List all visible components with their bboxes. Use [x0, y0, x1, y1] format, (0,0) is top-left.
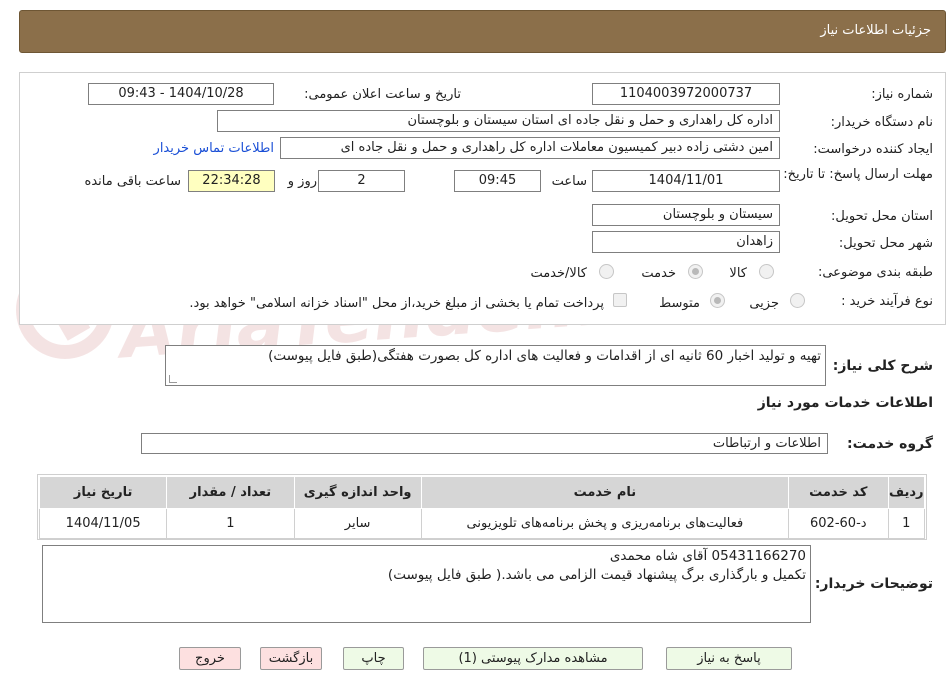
process-radio-medium[interactable] [710, 293, 725, 308]
col-need-date: تاریخ نیاز [38, 476, 168, 509]
summary-text: تهیه و تولید اخبار 60 ثانیه ای از اقداما… [268, 348, 821, 364]
service-group-label: گروه خدمت: [847, 436, 933, 452]
page-title: جزئیات اطلاعات نیاز [820, 23, 931, 38]
need-number-field: 1104003972000737 [592, 83, 780, 105]
summary-label: شرح کلی نیاز: [832, 358, 933, 374]
category-label: طبقه بندی موضوعی: [817, 265, 933, 280]
col-service-code: کد خدمت [788, 476, 889, 509]
cell-service-name: فعالیت‌های برنامه‌ریزی و پخش برنامه‌های … [420, 508, 790, 539]
category-option-service: خدمت [641, 266, 676, 281]
services-table: ردیف کد خدمت نام خدمت واحد اندازه گیری ت… [38, 476, 926, 539]
process-radio-minor[interactable] [790, 293, 805, 308]
buyer-notes-label: توضیحات خریدار: [814, 576, 933, 592]
attachments-button[interactable]: مشاهده مدارک پیوستی (1) [423, 647, 643, 670]
col-unit: واحد اندازه گیری [293, 476, 422, 509]
treasury-payment-checkbox[interactable] [613, 293, 627, 307]
need-number-label: شماره نیاز: [871, 87, 933, 102]
cell-unit: سایر [293, 508, 422, 539]
requester-label: ایجاد کننده درخواست: [813, 142, 933, 157]
announce-field: 1404/10/28 - 09:43 [88, 83, 274, 105]
category-radio-goods[interactable] [759, 264, 774, 279]
city-label: شهر محل تحویل: [838, 236, 933, 251]
buyer-notes-line1: 05431166270 آقای شاه محمدی [609, 548, 806, 564]
buyer-notes-textarea: 05431166270 آقای شاه محمدی تکمیل و بارگذ… [42, 545, 811, 623]
remaining-label: ساعت باقی مانده [84, 174, 181, 189]
buyer-notes-line2: تکمیل و بارگذاری برگ پیشنهاد قیمت الزامی… [387, 567, 806, 583]
exit-button[interactable]: خروج [179, 647, 241, 670]
requester-field: امین دشتی زاده دبیر کمیسیون معاملات ادار… [280, 137, 780, 159]
service-group-field: اطلاعات و ارتباطات [141, 433, 828, 454]
cell-row-number: 1 [887, 508, 926, 539]
table-row: 1 د-60-602 فعالیت‌های برنامه‌ریزی و پخش … [38, 508, 926, 539]
process-option-medium: متوسط [659, 296, 700, 311]
col-service-name: نام خدمت [420, 476, 790, 509]
print-button[interactable]: چاپ [343, 647, 404, 670]
cell-service-code: د-60-602 [788, 508, 889, 539]
days-field: 2 [318, 170, 405, 192]
remaining-time-field: 22:34:28 [188, 170, 275, 192]
province-field: سیستان و بلوچستان [592, 204, 780, 226]
city-field: زاهدان [592, 231, 780, 253]
cell-need-date: 1404/11/05 [38, 508, 168, 539]
col-row-number: ردیف [887, 476, 926, 509]
deadline-time-field: 09:45 [454, 170, 541, 192]
back-button[interactable]: بازگشت [260, 647, 322, 670]
process-option-minor: جزیی [749, 296, 779, 311]
province-label: استان محل تحویل: [831, 209, 933, 224]
buyer-contact-link[interactable]: اطلاعات تماس خریدار [154, 141, 274, 156]
category-option-goods-service: کالا/خدمت [530, 266, 587, 281]
services-section-title: اطلاعات خدمات مورد نیاز [757, 395, 933, 411]
category-radio-service[interactable] [688, 264, 703, 279]
buyer-org-label: نام دستگاه خریدار: [830, 115, 933, 130]
treasury-payment-note: پرداخت تمام یا بخشی از مبلغ خرید،از محل … [189, 296, 604, 311]
process-label: نوع فرآیند خرید : [841, 294, 933, 309]
category-option-goods: کالا [729, 266, 747, 281]
page-header: جزئیات اطلاعات نیاز [19, 10, 946, 53]
resize-handle-icon [169, 375, 177, 383]
deadline-date-field: 1404/11/01 [592, 170, 780, 192]
col-quantity: تعداد / مقدار [166, 476, 295, 509]
announce-label: تاریخ و ساعت اعلان عمومی: [304, 87, 461, 102]
deadline-time-label: ساعت [551, 174, 587, 189]
summary-textarea: تهیه و تولید اخبار 60 ثانیه ای از اقداما… [165, 345, 826, 386]
buyer-org-field: اداره کل راهداری و حمل و نقل جاده ای است… [217, 110, 780, 132]
days-label: روز و [287, 174, 317, 189]
reply-button[interactable]: پاسخ به نیاز [666, 647, 792, 670]
table-header-row: ردیف کد خدمت نام خدمت واحد اندازه گیری ت… [38, 476, 926, 509]
category-radio-goods-service[interactable] [599, 264, 614, 279]
cell-quantity: 1 [166, 508, 295, 539]
deadline-label: مهلت ارسال پاسخ: تا تاریخ: [783, 167, 933, 182]
